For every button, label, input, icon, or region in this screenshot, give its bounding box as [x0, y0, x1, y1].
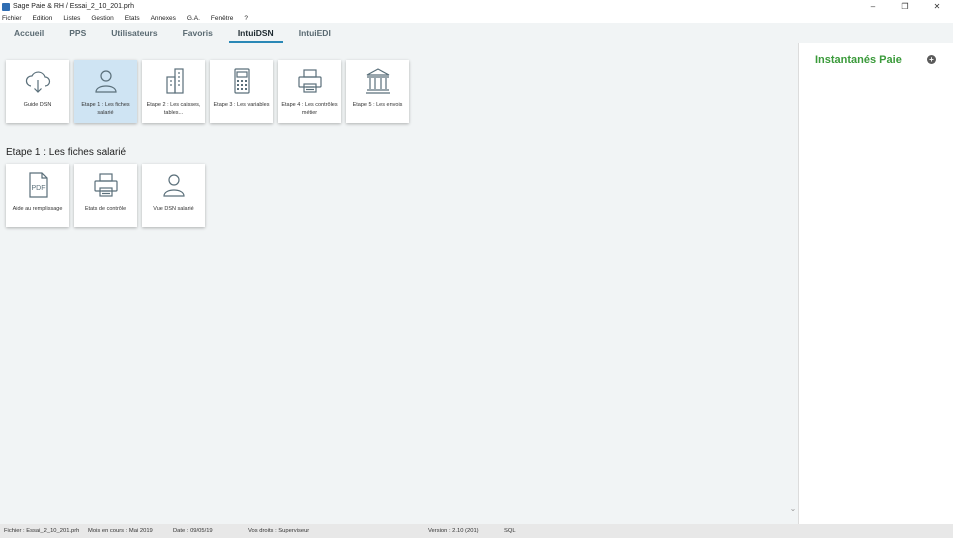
app-icon	[2, 2, 10, 11]
calculator-icon	[233, 68, 250, 94]
tile-label: Etape 2 : Les caisses, tables...	[146, 102, 201, 116]
menu-etats[interactable]: Etats	[125, 15, 140, 22]
title-bar: Sage Paie & RH / Essai_2_10_201.prh – ❐ …	[0, 0, 953, 13]
menu-fichier[interactable]: Fichier	[2, 15, 22, 22]
tile-etape-2[interactable]: Etape 2 : Les caisses, tables...	[142, 60, 205, 123]
menu-bar: Fichier Edition Listes Gestion Etats Ann…	[0, 13, 953, 23]
steps-row: Guide DSN Etape 1 : Les fiches salarié E…	[6, 60, 414, 123]
menu-listes[interactable]: Listes	[63, 15, 80, 22]
add-icon[interactable]: +	[927, 55, 936, 64]
status-db: SQL	[504, 528, 516, 534]
tile-label: Etats de contrôle	[84, 206, 127, 212]
tile-label: Etape 5 : Les envois	[352, 102, 403, 108]
panel-title: Instantanés Paie	[815, 54, 902, 66]
tab-utilisateurs[interactable]: Utilisateurs	[111, 23, 157, 43]
right-panel: Instantanés Paie +	[798, 43, 953, 524]
menu-help[interactable]: ?	[244, 15, 248, 22]
menu-edition[interactable]: Edition	[33, 15, 53, 22]
scroll-down-arrow[interactable]: ⌄	[788, 504, 798, 513]
menu-gestion[interactable]: Gestion	[91, 15, 113, 22]
tile-etats-controle[interactable]: Etats de contrôle	[74, 164, 137, 227]
status-date: Date : 09/05/19	[173, 528, 213, 534]
menu-ga[interactable]: G.A.	[187, 15, 200, 22]
tile-vue-dsn-salarie[interactable]: Vue DSN salarié	[142, 164, 205, 227]
tile-label: Aide au remplissage	[12, 206, 63, 212]
status-file: Fichier : Essai_2_10_201.prh	[4, 528, 80, 534]
tile-etape-4[interactable]: Etape 4 : Les contrôles métier	[278, 60, 341, 123]
tile-etape-5[interactable]: Etape 5 : Les envois	[346, 60, 409, 123]
section-items-row: PDF Aide au remplissage Etats de contrôl…	[6, 164, 210, 227]
tab-intuiedi[interactable]: IntuiEDI	[299, 23, 331, 43]
status-bar: Fichier : Essai_2_10_201.prh Mois en cou…	[0, 524, 953, 538]
tab-favoris[interactable]: Favoris	[183, 23, 213, 43]
status-month: Mois en cours : Mai 2019	[88, 528, 153, 534]
tile-aide-remplissage[interactable]: PDF Aide au remplissage	[6, 164, 69, 227]
minimize-button[interactable]: –	[857, 0, 889, 13]
tile-guide-dsn[interactable]: Guide DSN	[6, 60, 69, 123]
menu-annexes[interactable]: Annexes	[151, 15, 176, 22]
window-title: Sage Paie & RH / Essai_2_10_201.prh	[13, 3, 135, 10]
tab-bar: Accueil PPS Utilisateurs Favoris IntuiDS…	[0, 23, 798, 43]
tile-etape-3[interactable]: Etape 3 : Les variables	[210, 60, 273, 123]
cloud-download-icon	[25, 71, 50, 93]
tab-pps[interactable]: PPS	[69, 23, 86, 43]
menu-fenetre[interactable]: Fenêtre	[211, 15, 233, 22]
user-icon	[162, 174, 185, 197]
tab-accueil[interactable]: Accueil	[14, 23, 44, 43]
tab-intuidsn[interactable]: IntuiDSN	[228, 23, 283, 43]
section-title: Etape 1 : Les fiches salarié	[6, 147, 127, 158]
tile-label: Guide DSN	[23, 102, 52, 108]
status-rights: Vos droits : Superviseur	[248, 528, 310, 534]
tile-label: Etape 4 : Les contrôles métier	[281, 102, 338, 116]
bank-icon	[365, 68, 390, 94]
tile-label: Etape 1 : Les fiches salarié	[81, 102, 130, 116]
pdf-icon: PDF	[28, 172, 48, 198]
printer-icon	[93, 173, 118, 197]
window-controls: – ❐ ✕	[857, 0, 953, 13]
tile-etape-1[interactable]: Etape 1 : Les fiches salarié	[74, 60, 137, 123]
status-version: Version : 2.10 (201)	[428, 528, 479, 534]
tile-label: Etape 3 : Les variables	[213, 102, 270, 108]
tile-label: Vue DSN salarié	[153, 206, 194, 212]
maximize-button[interactable]: ❐	[889, 0, 921, 13]
main-content: Guide DSN Etape 1 : Les fiches salarié E…	[0, 43, 798, 524]
printer-icon	[297, 69, 322, 93]
svg-text:PDF: PDF	[31, 185, 45, 192]
building-icon	[165, 68, 184, 94]
user-icon	[94, 70, 117, 93]
close-button[interactable]: ✕	[921, 0, 953, 13]
